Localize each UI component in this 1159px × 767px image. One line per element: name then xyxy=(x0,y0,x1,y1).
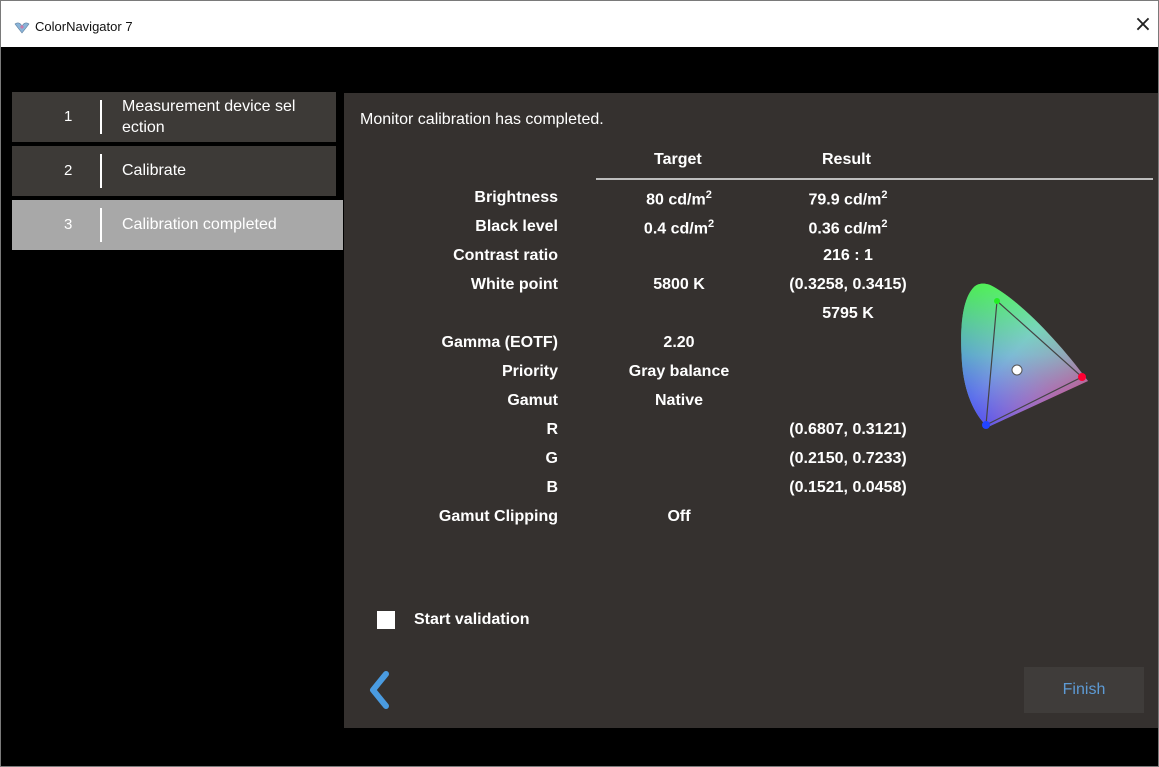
app-logo-icon xyxy=(14,22,30,34)
black-level-result-value: 0.36 cd/m xyxy=(808,220,882,238)
step-3-item[interactable]: 3 Calibration completed xyxy=(12,200,343,250)
blue-primary-point xyxy=(982,421,990,429)
white-point-result-kelvin: 5795 K xyxy=(822,305,874,322)
b-result: (0.1521, 0.0458) xyxy=(789,479,907,496)
red-primary-point xyxy=(1078,373,1086,381)
title-bar: ColorNavigator 7 × xyxy=(1,1,1158,47)
back-chevron-icon[interactable] xyxy=(364,668,394,712)
priority-target: Gray balance xyxy=(628,363,730,380)
r-label: R xyxy=(546,421,558,438)
step-1-item[interactable]: 1 Measurement device sel ection xyxy=(12,92,336,142)
step-2-item[interactable]: 2 Calibrate xyxy=(12,146,336,196)
g-label: G xyxy=(545,450,558,467)
black-level-label: Black level xyxy=(475,218,558,235)
unit-superscript: 2 xyxy=(705,189,712,201)
unit-superscript: 2 xyxy=(707,218,715,230)
brightness-label: Brightness xyxy=(474,189,558,206)
contrast-ratio-result: 216 : 1 xyxy=(823,247,873,264)
completion-message: Monitor calibration has completed. xyxy=(360,111,604,128)
gamut-chromaticity-diagram xyxy=(961,283,1088,429)
green-primary-point xyxy=(994,298,1000,304)
brightness-target: 80 cd/m2 xyxy=(604,189,754,209)
step-number: 3 xyxy=(64,216,73,233)
result-column-header: Result xyxy=(822,151,871,168)
white-point-result: (0.3258, 0.3415) xyxy=(789,276,907,293)
black-level-target-value: 0.4 cd/m xyxy=(643,220,708,238)
gamma-label: Gamma (EOTF) xyxy=(441,334,558,351)
window-title: ColorNavigator 7 xyxy=(35,19,133,34)
priority-label: Priority xyxy=(501,363,558,380)
header-divider xyxy=(596,178,1153,180)
step-number: 2 xyxy=(64,162,73,179)
step-label-line2: ection xyxy=(122,119,165,136)
results-panel: Monitor calibration has completed. Targe… xyxy=(344,93,1158,728)
step-label: Calibrate xyxy=(122,162,187,179)
brightness-target-value: 80 cd/m xyxy=(646,191,706,209)
step-label: Calibration completed xyxy=(122,216,277,233)
unit-superscript: 2 xyxy=(881,189,888,201)
brightness-result-value: 79.9 cd/m xyxy=(808,191,882,209)
white-point-target: 5800 K xyxy=(653,276,705,293)
white-point-label: White point xyxy=(470,276,558,293)
b-label: B xyxy=(546,479,558,496)
finish-button[interactable]: Finish xyxy=(1024,667,1144,713)
white-point-marker xyxy=(1011,364,1023,376)
target-column-header: Target xyxy=(654,151,702,168)
step-label-line1: Measurement device sel xyxy=(122,98,296,115)
step-divider xyxy=(100,100,102,134)
start-validation-checkbox[interactable] xyxy=(377,611,395,629)
unit-superscript: 2 xyxy=(881,218,888,230)
start-validation-label[interactable]: Start validation xyxy=(414,611,530,629)
contrast-ratio-label: Contrast ratio xyxy=(453,247,558,264)
gamut-target: Native xyxy=(654,392,704,409)
brightness-result: 79.9 cd/m2 xyxy=(773,189,923,209)
black-level-result: 0.36 cd/m2 xyxy=(773,218,923,238)
g-result: (0.2150, 0.7233) xyxy=(789,450,907,467)
app-window: ColorNavigator 7 × 1 Measurement device … xyxy=(0,0,1159,767)
close-icon: × xyxy=(1133,12,1153,37)
black-level-target: 0.4 cd/m2 xyxy=(604,218,754,238)
r-result: (0.6807, 0.3121) xyxy=(789,421,907,438)
gamut-clipping-label: Gamut Clipping xyxy=(438,508,558,525)
step-divider xyxy=(100,208,102,242)
gamut-label: Gamut xyxy=(507,392,558,409)
close-button[interactable]: × xyxy=(1128,11,1158,41)
gamut-clipping-target: Off xyxy=(667,508,691,525)
step-number: 1 xyxy=(64,108,73,125)
step-divider xyxy=(100,154,102,188)
gamma-target: 2.20 xyxy=(663,334,695,351)
